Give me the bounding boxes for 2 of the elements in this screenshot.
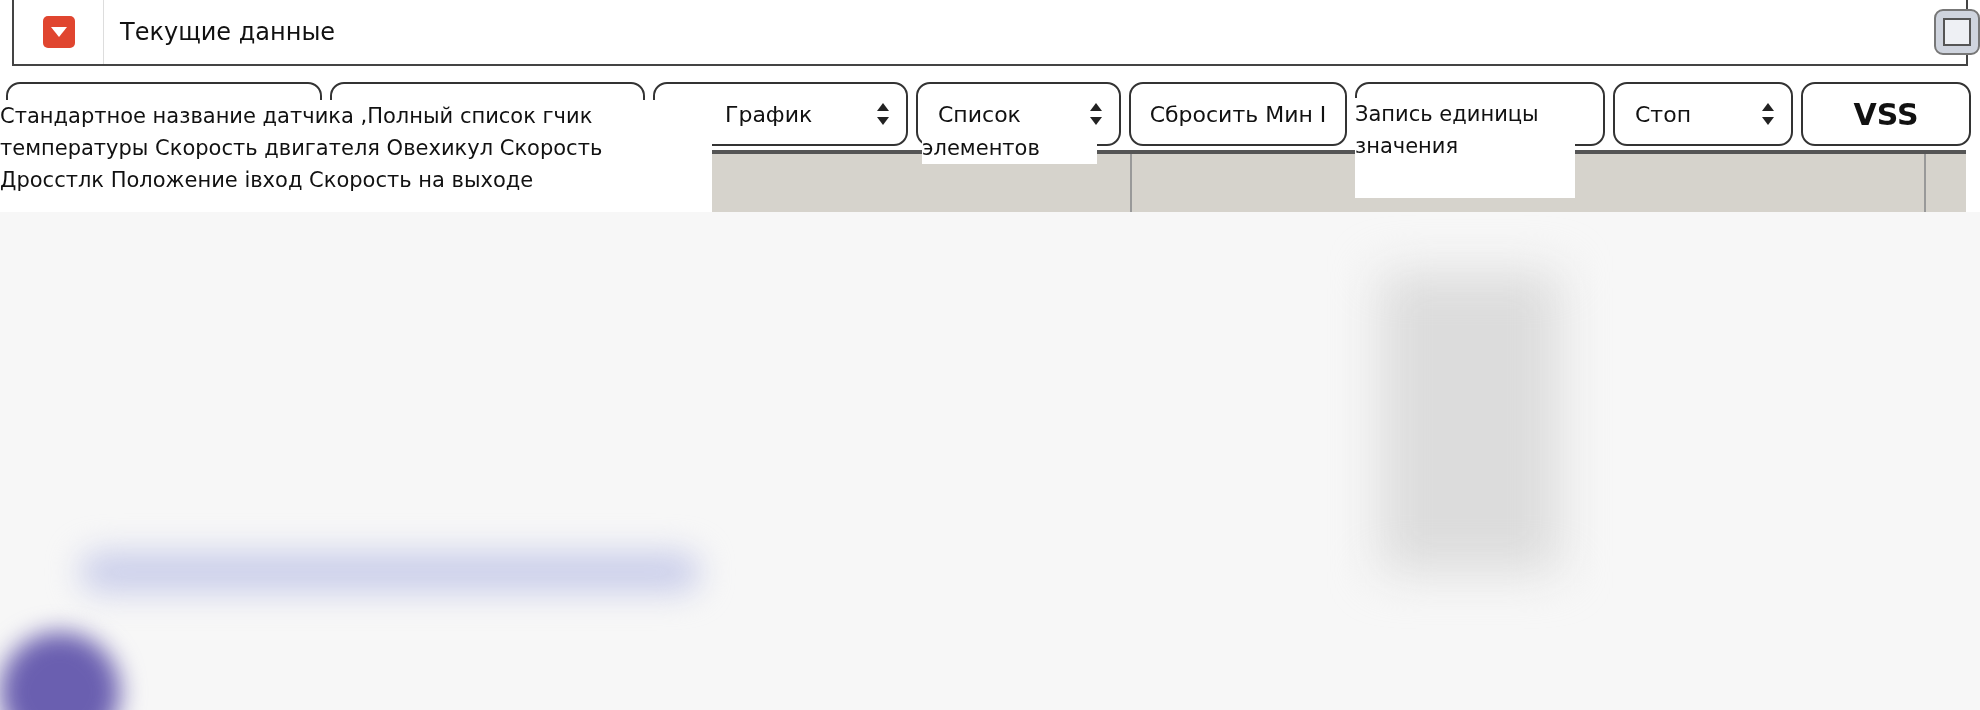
window-title: Текущие данные (119, 17, 336, 48)
label-tooltip: Запись единицы значения (1355, 98, 1575, 198)
